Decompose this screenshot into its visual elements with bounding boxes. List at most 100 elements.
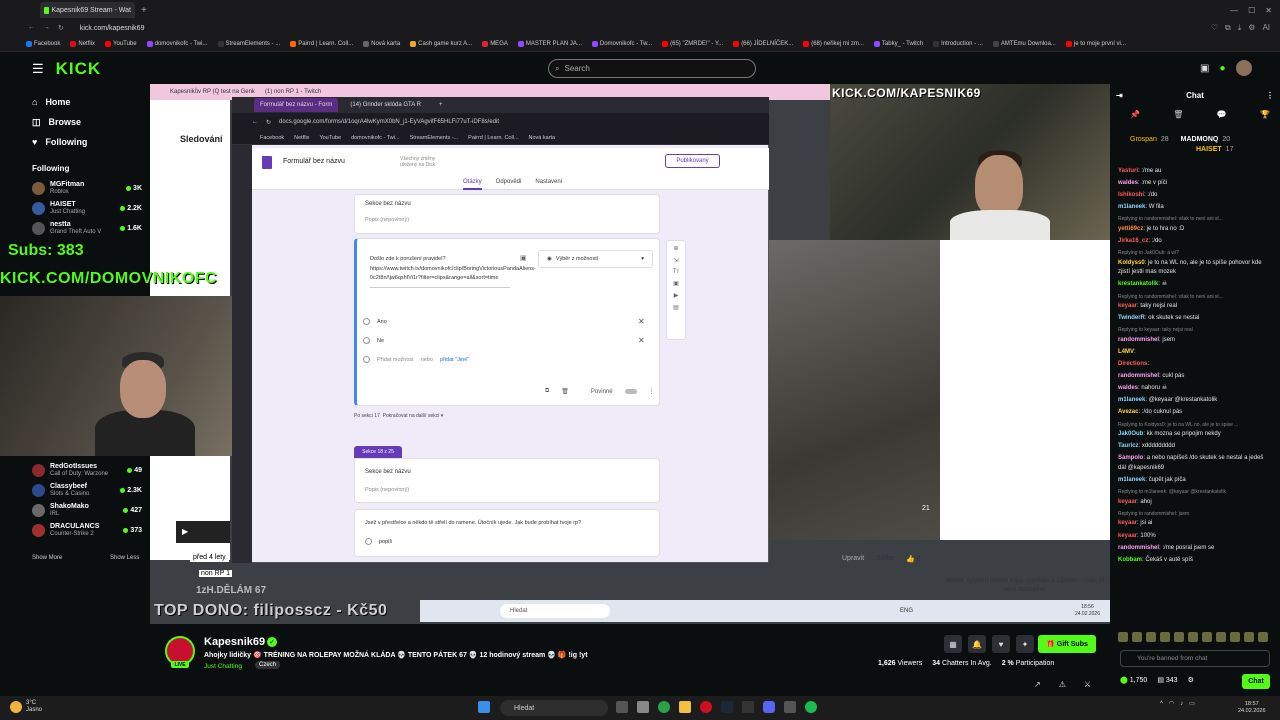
streamer-name[interactable]: Kapesnik69 (204, 636, 265, 648)
sidebar-item-browse[interactable]: ◫ Browse (0, 112, 150, 132)
explorer-icon[interactable] (679, 701, 691, 713)
trophy-icon[interactable]: 🏆 (1260, 110, 1270, 119)
inbox-icon[interactable]: ▣ (1200, 63, 1209, 74)
bell-icon[interactable]: 🔔 (968, 635, 986, 653)
minimize-icon[interactable]: — (1230, 6, 1238, 15)
like-button[interactable]: 👍 0 (906, 555, 921, 563)
section-description[interactable]: Popis (nepovinný) (365, 217, 409, 223)
emote[interactable] (1146, 632, 1156, 642)
inner-bookmark-item[interactable]: StreamElements -... (410, 135, 459, 141)
chat-username[interactable]: Sampolo (1118, 455, 1143, 461)
bookmark-icon[interactable]: ♡ (1211, 23, 1218, 33)
form-title[interactable]: Formulář bez názvu (283, 158, 345, 165)
bubble-icon[interactable]: 💬 (1217, 110, 1227, 119)
bookmark-item[interactable]: Netflix (70, 40, 95, 47)
chat-username[interactable]: randommishel (1118, 373, 1159, 379)
image-add-icon[interactable]: ▣ (673, 280, 679, 287)
discord-icon[interactable] (763, 701, 775, 713)
play-icon[interactable]: ▶ (182, 527, 188, 536)
user-avatar[interactable] (1235, 60, 1252, 76)
chat-username[interactable]: waldes (1118, 180, 1138, 186)
emote-counter[interactable]: ▤ 343 (1157, 676, 1177, 684)
chat-username[interactable]: Jirka16_cz (1118, 238, 1148, 244)
bookmark-item[interactable]: (65) "ZMRDE!" - Y... (662, 40, 723, 47)
remove-option-icon[interactable]: ✕ (638, 336, 645, 345)
pin-icon[interactable]: 📌 (1130, 110, 1140, 119)
chat-username[interactable]: TwinderR (1118, 315, 1145, 321)
chat-username[interactable]: L4MV (1118, 349, 1134, 355)
boost-icon[interactable]: ✦ (1016, 635, 1034, 653)
wifi-icon[interactable]: ◠ (1169, 700, 1174, 707)
chat-settings-icon[interactable]: ⚙ (1188, 676, 1194, 684)
emote[interactable] (1160, 632, 1170, 642)
chat-username[interactable]: Jak0Oub (1118, 431, 1143, 437)
emote[interactable] (1216, 632, 1226, 642)
chat-username[interactable]: m1laneek (1118, 477, 1145, 483)
tray-chevron-icon[interactable]: ^ (1160, 701, 1163, 707)
inner-bookmark-item[interactable]: Facebook (260, 135, 284, 141)
collapse-chat-icon[interactable]: ⇥ (1116, 91, 1123, 100)
add-other-link[interactable]: přidat "Jiné" (440, 357, 469, 363)
bookmark-item[interactable]: (68) neřikej mi zm... (803, 40, 864, 47)
kick-logo[interactable]: KICK (56, 59, 102, 79)
inner-url-field[interactable]: docs.google.com/forms/d/1oqrA4lwKymX0bN_… (279, 119, 499, 125)
weather-widget[interactable]: 3°C Jasno (10, 700, 42, 714)
share-icon[interactable]: ↗ (1034, 680, 1041, 689)
chat-username[interactable]: m1laneek (1118, 204, 1145, 210)
trash-icon[interactable]: 🗑 (561, 388, 569, 395)
following-item[interactable]: HAISET Just Chatting 2.2K (0, 198, 150, 218)
show-less-link[interactable]: Show Less (110, 555, 139, 561)
inner-bookmark-item[interactable]: Nová karta (529, 135, 556, 141)
app-icon[interactable] (784, 701, 796, 713)
chat-username[interactable]: Tauricz (1118, 443, 1139, 449)
chat-username[interactable]: Avezac (1118, 409, 1138, 415)
bookmark-item[interactable]: MEGA (482, 40, 508, 47)
inner-back-icon[interactable]: ← (252, 119, 258, 125)
mod-icon[interactable]: ⚔ (1084, 680, 1091, 689)
steam-icon[interactable] (721, 701, 733, 713)
notification-icon[interactable]: ● (1219, 63, 1225, 74)
emote[interactable] (1258, 632, 1268, 642)
widgets-icon[interactable] (637, 701, 649, 713)
chat-menu-icon[interactable]: ⋮ (1266, 91, 1274, 100)
copy-icon[interactable]: ⧉ (545, 388, 549, 395)
bookmark-item[interactable]: Nová karta (363, 40, 400, 47)
inner-bookmark-item[interactable]: Pairrd | Learn. Coll... (468, 135, 518, 141)
gift-subs-button[interactable]: 🎁 Gift Subs (1038, 635, 1096, 653)
question-text[interactable]: Došlo zde k porušení pravidel? https://w… (370, 255, 536, 288)
following-item[interactable]: Classybeef Slots & Casino 2.3K (0, 480, 150, 500)
emote[interactable] (1202, 632, 1212, 642)
browser-tab[interactable]: Kapesnik69 Stream - Wat (40, 2, 135, 18)
following-item[interactable]: ShakoMako IRL 427 (0, 500, 150, 520)
emote[interactable] (1174, 632, 1184, 642)
ai-icon[interactable]: AI (1262, 23, 1270, 33)
tab-responses[interactable]: Odpovědi (496, 179, 522, 190)
option-row[interactable]: Ano (363, 318, 387, 325)
more-options-icon[interactable]: ⋮ (649, 388, 655, 395)
emote[interactable] (1244, 632, 1254, 642)
chat-username[interactable]: keyaar (1118, 303, 1137, 309)
chat-username[interactable]: yetti69cz (1118, 226, 1143, 232)
show-more-link[interactable]: Show More (32, 555, 62, 561)
chat-username[interactable]: keyaar (1118, 520, 1137, 526)
option-row[interactable]: popiš (365, 538, 392, 545)
search-input[interactable]: ⌕ Search (548, 59, 756, 78)
chat-username[interactable]: waldes (1118, 385, 1138, 391)
section-description[interactable]: Popis (nepovinný) (365, 487, 409, 493)
send-chat-button[interactable]: Chat (1242, 674, 1270, 689)
sidebar-item-home[interactable]: ⌂ Home (0, 92, 150, 112)
following-item[interactable]: nestta Grand Theft Auto V 1.6K (0, 218, 150, 238)
following-item[interactable]: RedGotIssues Call of Duty: Warzone 49 (0, 460, 150, 480)
bookmark-item[interactable]: AMTEmu Downloa... (992, 40, 1056, 47)
stream-tag[interactable]: Czech (255, 661, 281, 669)
forward-icon[interactable]: → (43, 24, 50, 32)
os-clock[interactable]: 18:57 24.02.2026 (1238, 701, 1266, 715)
bookmark-item[interactable]: StreamElements - ... (217, 40, 280, 47)
inner-bookmark-item[interactable]: YouTube (319, 135, 341, 141)
video-controls[interactable]: ▶ (176, 521, 230, 543)
image-icon[interactable]: ▣ (520, 254, 527, 262)
clip-icon[interactable]: ▦ (944, 635, 962, 653)
battery-icon[interactable]: ▭ (1189, 700, 1195, 707)
video-icon[interactable]: ▶ (674, 292, 679, 299)
bookmark-item[interactable]: MASTER PLAN JA... (517, 40, 582, 47)
